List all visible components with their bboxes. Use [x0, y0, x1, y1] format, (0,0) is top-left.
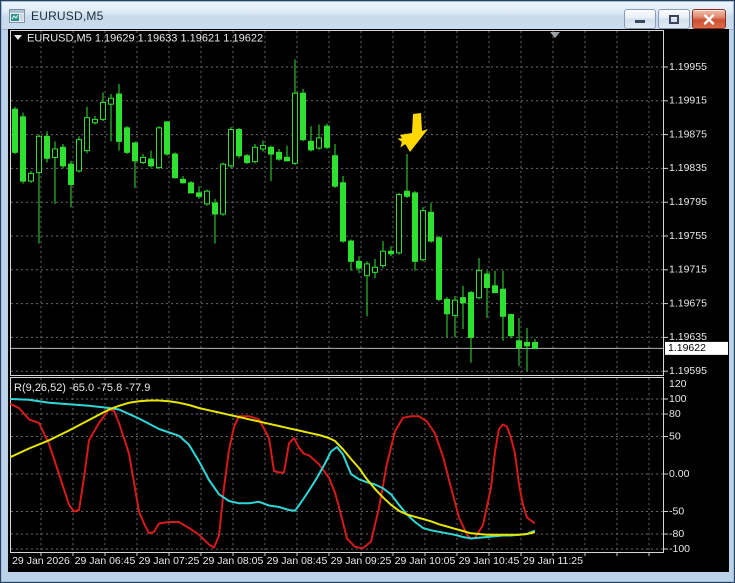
window-titlebar[interactable]: EURUSD,M5: [2, 2, 733, 30]
time-axis-area[interactable]: [11, 553, 663, 571]
window-controls: [622, 9, 726, 29]
price-axis-area[interactable]: [664, 31, 729, 552]
restore-icon: [669, 14, 679, 24]
window-title: EURUSD,M5: [31, 8, 104, 23]
restore-button[interactable]: [658, 9, 690, 29]
minimize-icon: [635, 20, 645, 23]
minimize-button[interactable]: [624, 9, 656, 29]
mt4-chart-window: EURUSD,M5 1.199551.199151.198751.198351.…: [0, 0, 735, 583]
main-chart-area[interactable]: [11, 31, 663, 375]
close-button[interactable]: [692, 9, 726, 29]
close-icon: [703, 13, 715, 25]
indicator-pane-area[interactable]: [11, 378, 663, 552]
chart-canvas[interactable]: 1.199551.199151.198751.198351.197951.197…: [8, 29, 729, 572]
chart-client-area: 1.199551.199151.198751.198351.197951.197…: [8, 29, 729, 572]
chart-window-icon[interactable]: [9, 8, 25, 24]
